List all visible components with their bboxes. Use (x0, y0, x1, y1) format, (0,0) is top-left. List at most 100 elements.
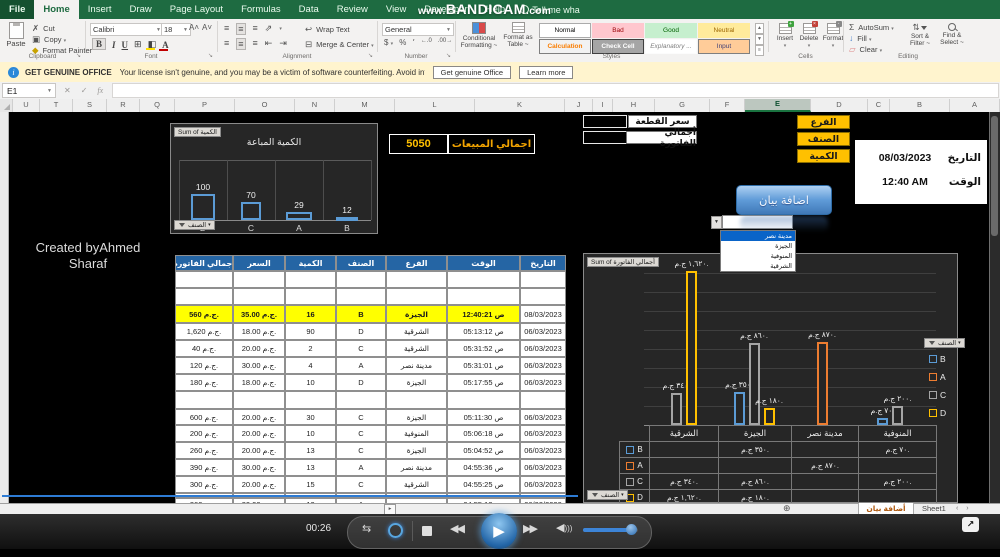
add-sheet-button[interactable]: ⊕ (783, 503, 791, 514)
column-header-U[interactable]: U (13, 99, 40, 112)
cell-style-input[interactable]: Input (698, 39, 750, 54)
chart2-bar-D[interactable] (763, 408, 775, 425)
borders-button[interactable]: ⊞ (134, 39, 142, 50)
cell-style-normal[interactable]: Normal (539, 23, 591, 38)
copy-button[interactable]: ▣ Copy ▾ (32, 34, 66, 45)
ribbon-tab-data[interactable]: Data (290, 0, 328, 19)
column-header-F[interactable]: F (710, 99, 745, 112)
column-header-G[interactable]: G (655, 99, 710, 112)
chart2-bar-B[interactable] (733, 392, 745, 425)
dropdown-option[interactable]: المنوفية (721, 251, 795, 261)
increase-indent-button[interactable]: ⇥ (279, 38, 287, 50)
ribbon-tab-file[interactable]: File (0, 0, 35, 19)
dropdown-option[interactable]: مدينة نصر (721, 231, 795, 241)
ribbon-tab-review[interactable]: Review (328, 0, 377, 19)
sort-filter-button[interactable]: ⇅ Sort & Filter ~ (905, 22, 935, 47)
table-row[interactable]: 260 ج.م. 20.00 ج.م. 13 C الجيزة ص 05:04:52 06/… (175, 442, 568, 459)
conditional-formatting-button[interactable]: Conditional Formatting ~ (459, 22, 499, 49)
play-button[interactable]: ▶ (481, 513, 517, 549)
percent-style-button[interactable]: % (399, 38, 406, 47)
chart1-filter-chip[interactable]: الصنف ▾ (174, 220, 215, 230)
column-header-C[interactable]: C (868, 99, 890, 112)
table-row[interactable]: 40 ج.م. 20.00 ج.م. 2 C الشرقية ص 05:31:52 06/0… (175, 340, 568, 357)
legend-item-B[interactable]: B (929, 354, 946, 364)
shrink-font-button[interactable]: A˅ (202, 23, 212, 32)
table-row[interactable]: 560 ج.م. 35.00 ج.م. 16 B الجيزة ص 12:40:21 08/… (175, 305, 568, 323)
align-top-button[interactable]: ≡ (224, 23, 229, 35)
decrease-indent-button[interactable]: ⇤ (265, 38, 273, 50)
table-row[interactable]: 300 ج.م. 20.00 ج.م. 15 C الشرقية ص 04:55:25 06… (175, 476, 568, 493)
cell-style-calculation[interactable]: Calculation (539, 39, 591, 54)
paste-button[interactable]: Paste (4, 22, 28, 48)
chart1-bar-D[interactable] (191, 194, 215, 220)
chart2-bar-C[interactable] (671, 393, 682, 425)
column-header-M[interactable]: M (335, 99, 395, 112)
name-box[interactable]: E1 ▼ (2, 83, 56, 98)
align-bottom-button[interactable]: ≡ (253, 23, 258, 35)
fullscreen-button[interactable]: ↗ (962, 517, 979, 532)
comma-style-button[interactable]: ٬ (412, 38, 415, 47)
column-header-S[interactable]: S (73, 99, 107, 112)
number-format-select[interactable]: General ▼ (382, 23, 454, 36)
legend-item-C[interactable]: C (929, 390, 946, 400)
pivot-field-chip[interactable]: Sum of أجمالي الفاتورة (587, 257, 659, 267)
table-row[interactable]: 600 ج.م. 20.00 ج.م. 30 C الجيزة ص 05:11:30 06/… (175, 409, 568, 425)
align-center-button[interactable]: ≡ (236, 38, 246, 50)
column-header-P[interactable]: P (175, 99, 235, 112)
ribbon-tab-page-layout[interactable]: Page Layout (161, 0, 232, 19)
formula-input[interactable] (112, 83, 999, 98)
fill-button[interactable]: ↓ Fill ▾ (849, 33, 871, 43)
select-all-button[interactable] (0, 99, 13, 112)
enter-icon[interactable]: ✓ (81, 86, 88, 95)
autosum-button[interactable]: Σ AutoSum ▾ (849, 22, 894, 32)
align-left-button[interactable]: ≡ (224, 38, 229, 50)
column-header-L[interactable]: L (395, 99, 475, 112)
find-select-button[interactable]: Find & Select ~ (936, 22, 968, 46)
underline-button[interactable]: U (122, 40, 129, 50)
quantity-pivot-chart[interactable]: Sum of الكمية الكمية المباعة 100D70C29A1… (170, 123, 378, 234)
align-right-button[interactable]: ≡ (253, 38, 258, 50)
delete-cells-button[interactable]: × Delete ▾ (796, 21, 822, 49)
invoice-total-cell[interactable] (583, 131, 627, 144)
chart1-bar-B[interactable] (336, 217, 358, 221)
fast-forward-button[interactable]: ▶▶ (523, 522, 538, 535)
column-header-K[interactable]: K (475, 99, 565, 112)
chart1-bar-A[interactable] (286, 212, 312, 220)
gallery-more-button[interactable]: ≡ (755, 45, 764, 56)
cell-style-explanatory-[interactable]: Explanatory ... (645, 39, 697, 54)
table-row[interactable]: 180 ج.م. 18.00 ج.م. 10 D الجيزة ص 05:17:55 06/… (175, 374, 568, 391)
ribbon-tab-draw[interactable]: Draw (121, 0, 161, 19)
column-header-A[interactable]: A (950, 99, 1000, 112)
column-header-O[interactable]: O (235, 99, 295, 112)
pivot-field-chip[interactable]: Sum of الكمية (174, 127, 221, 137)
align-middle-button[interactable]: ≡ (236, 23, 246, 35)
chart2-filter-chip-bottom[interactable]: الصنف ▾ (587, 490, 628, 500)
cut-button[interactable]: ✗ Cut (32, 23, 55, 34)
increase-decimal-button[interactable]: ←.0 (421, 38, 432, 47)
piece-price-cell[interactable] (583, 115, 627, 128)
insert-cells-button[interactable]: + Insert ▾ (772, 21, 798, 49)
column-header-E[interactable]: E (745, 99, 811, 112)
table-row[interactable] (175, 271, 568, 288)
cell-style-neutral[interactable]: Neutral (698, 23, 750, 38)
table-row[interactable]: 390 ج.م. 30.00 ج.م. 13 A مدينة نصر ص 04:55:36… (175, 459, 568, 476)
table-row[interactable]: 120 ج.م. 30.00 ج.م. 4 A مدينة نصر ص 05:31:01 0… (175, 357, 568, 374)
table-row[interactable] (175, 288, 568, 305)
column-header-H[interactable]: H (613, 99, 655, 112)
column-header-I[interactable]: I (593, 99, 613, 112)
accounting-format-button[interactable]: $ ▾ (384, 38, 393, 47)
column-header-Q[interactable]: Q (140, 99, 175, 112)
bold-button[interactable]: B (92, 38, 107, 50)
learn-more-button[interactable]: Learn more (519, 65, 574, 79)
orientation-button[interactable]: ⇗ (265, 23, 273, 35)
cell-style-bad[interactable]: Bad (592, 23, 644, 38)
decrease-decimal-button[interactable]: .00→ (438, 38, 452, 47)
insert-function-icon[interactable]: fx (97, 86, 103, 95)
vertical-scrollbar-thumb[interactable] (991, 116, 998, 236)
stop-button[interactable] (422, 526, 432, 536)
rewind-button[interactable]: ◀◀ (450, 522, 465, 535)
column-header-J[interactable]: J (565, 99, 593, 112)
dropdown-option[interactable]: الشرقية (721, 261, 795, 271)
cell-style-check-cell[interactable]: Check Cell (592, 39, 644, 54)
dropdown-option[interactable]: الجيزة (721, 241, 795, 251)
